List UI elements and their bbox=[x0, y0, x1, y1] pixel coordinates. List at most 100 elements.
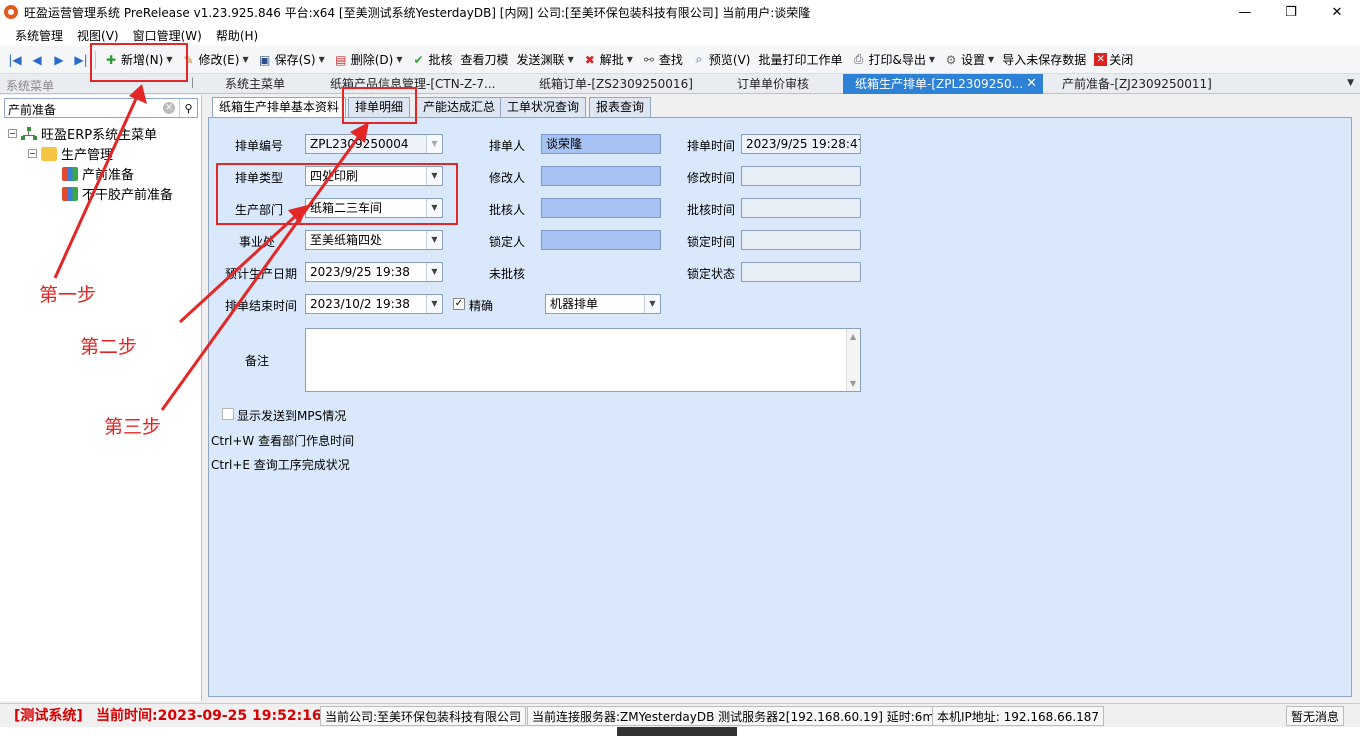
first-record-icon[interactable]: |◀ bbox=[4, 49, 26, 71]
tree-item-sticker-preproduction[interactable]: 不干胶产前准备 bbox=[62, 184, 173, 203]
delete-doc-icon: ▤ bbox=[335, 52, 347, 67]
tree-item-preproduction[interactable]: 产前准备 bbox=[62, 164, 134, 183]
chevron-down-icon[interactable]: ▼ bbox=[319, 55, 325, 64]
tab-work-order-status[interactable]: 工单状况查询 bbox=[500, 97, 587, 118]
import-unsaved-label: 导入未保存数据 bbox=[1002, 53, 1087, 67]
order-no-field[interactable]: ZPL2309250004 ▼ bbox=[305, 134, 443, 154]
doc-tab-carton-order[interactable]: 纸箱订单-[ZS2309250016] bbox=[539, 74, 693, 94]
delete-button[interactable]: ▤ 删除(D) ▼ bbox=[329, 49, 407, 71]
menu-system[interactable]: 系统管理 bbox=[8, 27, 70, 44]
doc-tab-main-menu[interactable]: 系统主菜单 bbox=[225, 74, 285, 94]
schedule-mode-select[interactable]: 机器排单 ▼ bbox=[545, 294, 661, 314]
books-icon bbox=[62, 166, 78, 181]
modifier-label: 修改人 bbox=[488, 171, 525, 185]
find-label: 查找 bbox=[658, 53, 683, 67]
precise-label: 精确 bbox=[469, 299, 494, 313]
tab-basic-info[interactable]: 纸箱生产排单基本资料 bbox=[212, 97, 347, 118]
pin-icon[interactable]: ᛁ bbox=[189, 76, 196, 90]
remark-scrollbar[interactable]: ▲ ▼ bbox=[846, 329, 860, 391]
gear-icon: ⚙ bbox=[945, 52, 957, 67]
settings-button[interactable]: ⚙ 设置 ▼ bbox=[939, 49, 998, 71]
locker-field[interactable] bbox=[541, 230, 661, 250]
collapse-icon[interactable]: − bbox=[28, 149, 37, 158]
print-export-label: 打印&导出 bbox=[868, 53, 926, 67]
messages-text[interactable]: 暂无消息 bbox=[1286, 706, 1345, 726]
menu-help[interactable]: 帮助(H) bbox=[209, 27, 265, 44]
doc-tab-production-schedule[interactable]: 纸箱生产排单-[ZPL2309250... ✕ bbox=[843, 74, 1043, 94]
chevron-down-icon[interactable]: ▼ bbox=[568, 55, 574, 64]
import-unsaved-button[interactable]: 导入未保存数据 bbox=[998, 49, 1090, 71]
menu-search-input[interactable]: 产前准备 ✕ ⚲ bbox=[4, 98, 198, 118]
scroll-down-icon[interactable]: ▼ bbox=[850, 379, 856, 388]
next-record-icon[interactable]: ▶ bbox=[48, 49, 70, 71]
view-die-label: 查看刀模 bbox=[460, 53, 509, 67]
last-record-icon[interactable]: ▶| bbox=[70, 49, 92, 71]
chevron-down-icon[interactable]: ▼ bbox=[627, 55, 633, 64]
menu-window[interactable]: 窗口管理(W) bbox=[126, 27, 209, 44]
clear-search-icon[interactable]: ✕ bbox=[163, 102, 175, 114]
end-time-picker[interactable]: 2023/10/2 19:38 ▼ bbox=[305, 294, 443, 314]
tab-capacity-summary[interactable]: 产能达成汇总 bbox=[416, 97, 503, 118]
tree-group-production[interactable]: − 生产管理 bbox=[28, 144, 113, 163]
close-button[interactable]: ✕ 关闭 bbox=[1090, 49, 1137, 71]
scroll-up-icon[interactable]: ▲ bbox=[850, 332, 856, 341]
prev-record-icon[interactable]: ◀ bbox=[26, 49, 48, 71]
find-button[interactable]: ⚯ 查找 bbox=[637, 49, 687, 71]
approval-status-text: 未批核 bbox=[488, 267, 525, 281]
current-company-text: 当前公司:至美环保包装科技有限公司 bbox=[320, 706, 527, 726]
print-export-button[interactable]: ⎙ 打印&导出 ▼ bbox=[847, 49, 940, 71]
lock-status-field[interactable] bbox=[741, 262, 861, 282]
chevron-down-icon[interactable]: ▼ bbox=[929, 55, 935, 64]
status-bar: [测试系统] 当前时间:2023-09-25 19:52:16 当前公司:至美环… bbox=[0, 703, 1360, 727]
approver-field[interactable] bbox=[541, 198, 661, 218]
magnifier-icon: ⌕ bbox=[695, 52, 703, 66]
division-label: 事业处 bbox=[238, 235, 275, 249]
chevron-down-icon[interactable]: ▼ bbox=[242, 55, 248, 64]
remark-textarea[interactable]: ▲ ▼ bbox=[305, 328, 861, 392]
unapprove-button[interactable]: ✖ 解批 ▼ bbox=[578, 49, 637, 71]
annotation-box-detail-tab bbox=[342, 87, 417, 124]
collapse-icon[interactable]: − bbox=[8, 129, 17, 138]
plan-date-picker[interactable]: 2023/9/25 19:38 ▼ bbox=[305, 262, 443, 282]
chevron-down-icon[interactable]: ▼ bbox=[644, 295, 660, 313]
batch-print-label: 批量打印工作单 bbox=[758, 53, 843, 67]
tree-root[interactable]: − 旺盈ERP系统主菜单 bbox=[8, 124, 157, 143]
division-select[interactable]: 至美纸箱四处 ▼ bbox=[305, 230, 443, 250]
tab-report-query[interactable]: 报表查询 bbox=[589, 97, 652, 118]
close-tab-icon[interactable]: ✕ bbox=[1026, 74, 1037, 94]
doc-tab-price-review[interactable]: 订单单价审核 bbox=[737, 74, 809, 94]
batch-print-button[interactable]: 批量打印工作单 bbox=[754, 49, 846, 71]
shortcut-hint-process-status: Ctrl+E 查询工序完成状况 bbox=[211, 458, 350, 472]
doc-tab-preproduction[interactable]: 产前准备-[ZJ2309250011] bbox=[1062, 74, 1212, 94]
close-window-button[interactable]: ✕ bbox=[1314, 0, 1360, 24]
chevron-down-icon[interactable]: ▼ bbox=[426, 295, 442, 313]
menu-view[interactable]: 视图(V) bbox=[70, 27, 126, 44]
show-mps-checkbox[interactable] bbox=[222, 408, 234, 420]
view-die-button[interactable]: 查看刀模 bbox=[457, 49, 513, 71]
remark-label: 备注 bbox=[244, 354, 269, 368]
schedule-time-field[interactable]: 2023/9/25 19:28:47 bbox=[741, 134, 861, 154]
toolbar: |◀ ◀ ▶ ▶| ✚ 新增(N) ▼ ✎ 修改(E) ▼ ▣ 保存(S) ▼ … bbox=[0, 46, 1360, 74]
schedule-time-label: 排单时间 bbox=[686, 139, 735, 153]
left-navigation-panel: 产前准备 ✕ ⚲ − 旺盈ERP系统主菜单 − 生产管理 产前准备 不干胶产前准… bbox=[0, 95, 202, 701]
preview-button[interactable]: ⌕ 预览(V) bbox=[687, 49, 755, 71]
maximize-button[interactable]: ❐ bbox=[1268, 0, 1314, 24]
approve-time-field[interactable] bbox=[741, 198, 861, 218]
send-yuanlian-button[interactable]: 发送渊联 ▼ bbox=[513, 49, 578, 71]
modify-time-field[interactable] bbox=[741, 166, 861, 186]
tree-group-label: 生产管理 bbox=[61, 148, 114, 163]
modifier-field[interactable] bbox=[541, 166, 661, 186]
scheduler-field[interactable]: 谈荣隆 bbox=[541, 134, 661, 154]
minimize-button[interactable]: — bbox=[1222, 0, 1268, 24]
chevron-down-icon[interactable]: ▼ bbox=[426, 231, 442, 249]
system-menu-label: 系统菜单 bbox=[6, 79, 55, 93]
precise-checkbox[interactable]: ✓ bbox=[453, 298, 465, 310]
approve-button[interactable]: ✔ 批核 bbox=[407, 49, 457, 71]
save-button[interactable]: ▣ 保存(S) ▼ bbox=[253, 49, 329, 71]
chevron-down-icon[interactable]: ▼ bbox=[988, 55, 994, 64]
lock-time-field[interactable] bbox=[741, 230, 861, 250]
tab-list-chevron-icon[interactable]: ▼ bbox=[1347, 78, 1354, 88]
search-icon[interactable]: ⚲ bbox=[179, 99, 197, 117]
chevron-down-icon[interactable]: ▼ bbox=[396, 55, 402, 64]
chevron-down-icon[interactable]: ▼ bbox=[426, 263, 442, 281]
